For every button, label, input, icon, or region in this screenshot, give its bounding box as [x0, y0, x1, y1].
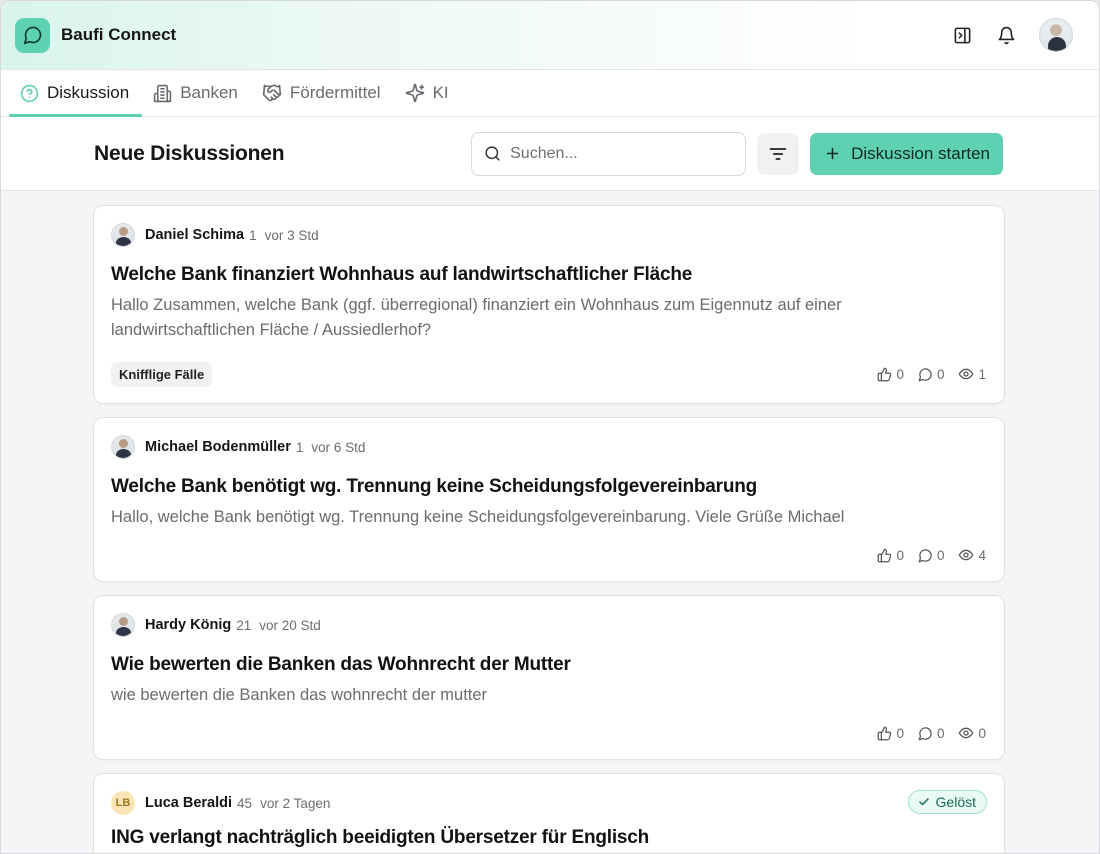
- like-count: 0: [896, 366, 904, 382]
- eye-icon: [959, 727, 974, 739]
- search-icon: [485, 146, 500, 161]
- main-tabs: Diskussion Banken Fördermittel KI: [1, 70, 1099, 117]
- post-body: wie bewerten die Banken das wohnrecht de…: [111, 686, 488, 704]
- author-avatar: LB: [111, 791, 135, 815]
- building-icon: [153, 84, 172, 102]
- view-count: 4: [978, 547, 986, 563]
- discussion-list: Daniel Schima 1 vor 3 Std Welche Bank fi…: [1, 191, 1099, 853]
- comment-icon: [918, 726, 932, 740]
- comment-count: 0: [936, 366, 945, 382]
- discussion-card[interactable]: Michael Bodenmüller 1 vor 6 Std Welche B…: [93, 417, 1005, 582]
- start-discussion-label: Diskussion starten: [851, 143, 990, 163]
- post-title[interactable]: Welche Bank finanziert Wohnhaus auf land…: [111, 264, 986, 286]
- solved-badge: Gelöst: [907, 790, 987, 814]
- comment-count: 0: [936, 725, 945, 741]
- like-stat[interactable]: 0: [877, 726, 904, 741]
- brand[interactable]: Baufi Connect: [15, 17, 177, 53]
- comment-stat[interactable]: 0: [918, 725, 945, 741]
- eye-icon: [959, 368, 974, 380]
- view-count: 1: [978, 366, 986, 382]
- filter-lines-icon: [769, 147, 787, 160]
- post-stats: 0 0 0: [877, 725, 986, 741]
- author-points: 45: [237, 795, 253, 811]
- author-avatar: [111, 223, 135, 247]
- category-tag[interactable]: Knifflige Fälle: [111, 361, 213, 387]
- post-title[interactable]: Welche Bank benötigt wg. Trennung keine …: [111, 476, 986, 498]
- comment-icon: [918, 367, 932, 381]
- post-stats: 0 0 4: [877, 547, 986, 563]
- check-icon: [918, 798, 929, 806]
- author-points: 21: [236, 617, 252, 633]
- thumbs-up-icon: [878, 367, 892, 381]
- post-time: vor 20 Std: [259, 617, 321, 633]
- comment-stat[interactable]: 0: [918, 547, 945, 563]
- author-avatar: [111, 613, 135, 637]
- tab-label: Fördermittel: [289, 83, 381, 102]
- sparkles-icon: [405, 83, 424, 103]
- discussion-card[interactable]: Hardy König 21 vor 20 Std Wie bewerten d…: [93, 595, 1005, 760]
- chat-bubble-icon: [15, 17, 50, 53]
- solved-label: Gelöst: [935, 794, 976, 810]
- view-stat: 0: [958, 725, 986, 741]
- tab-diskussion[interactable]: Diskussion: [9, 70, 143, 117]
- tab-banken[interactable]: Banken: [142, 70, 251, 116]
- discussion-card[interactable]: LB Luca Beraldi 45 vor 2 Tagen Gelöst IN…: [93, 773, 1005, 853]
- view-count: 0: [978, 725, 986, 741]
- app-window: Baufi Connect Diskussion Banken Fördermi…: [0, 0, 1100, 854]
- author-name[interactable]: Michael Bodenmüller: [145, 439, 291, 455]
- author-name[interactable]: Daniel Schima: [145, 227, 244, 243]
- post-body: Hallo, welche Bank benötigt wg. Trennung…: [111, 508, 845, 526]
- post-title[interactable]: ING verlangt nachträglich beeidigten Übe…: [111, 827, 986, 849]
- tab-label: Banken: [180, 83, 238, 102]
- thumbs-up-icon: [878, 548, 892, 562]
- post-body: Hallo Zusammen, welche Bank (ggf. überre…: [111, 296, 842, 339]
- view-stat: 4: [958, 547, 986, 563]
- thumbs-up-icon: [878, 726, 892, 740]
- tab-ki[interactable]: KI: [394, 70, 462, 116]
- page-title: Neue Diskussionen: [94, 141, 285, 165]
- app-header: Baufi Connect: [1, 1, 1099, 70]
- author-avatar: [111, 435, 135, 459]
- tab-label: KI: [432, 83, 449, 102]
- eye-icon: [959, 549, 974, 561]
- like-stat[interactable]: 0: [877, 548, 904, 563]
- post-time: vor 6 Std: [311, 439, 366, 455]
- app-name: Baufi Connect: [61, 25, 177, 44]
- comment-stat[interactable]: 0: [918, 366, 945, 382]
- author-points: 1: [295, 439, 304, 455]
- like-stat[interactable]: 0: [877, 367, 904, 382]
- help-circle-icon: [20, 84, 39, 102]
- comment-count: 0: [936, 547, 945, 563]
- bell-icon[interactable]: [995, 24, 1017, 46]
- view-stat: 1: [958, 366, 986, 382]
- page-toolbar: Neue Diskussionen Diskussion starten: [1, 117, 1099, 191]
- user-avatar[interactable]: [1039, 18, 1073, 52]
- author-points: 1: [249, 227, 257, 243]
- comment-icon: [918, 548, 932, 562]
- like-count: 0: [896, 547, 904, 563]
- handshake-icon: [262, 84, 282, 102]
- post-time: vor 2 Tagen: [260, 795, 331, 811]
- like-count: 0: [896, 725, 904, 741]
- post-title[interactable]: Wie bewerten die Banken das Wohnrecht de…: [111, 654, 986, 676]
- discussion-card[interactable]: Daniel Schima 1 vor 3 Std Welche Bank fi…: [93, 205, 1005, 404]
- tab-label: Diskussion: [47, 83, 130, 102]
- author-name[interactable]: Luca Beraldi: [145, 795, 232, 811]
- filter-button[interactable]: [757, 132, 800, 175]
- author-name[interactable]: Hardy König: [145, 617, 231, 633]
- tab-foerdermittel[interactable]: Fördermittel: [251, 70, 394, 116]
- search-box[interactable]: [471, 131, 747, 176]
- post-time: vor 3 Std: [264, 227, 319, 243]
- post-stats: 0 0 1: [877, 366, 986, 382]
- search-input[interactable]: [510, 144, 734, 163]
- plus-icon: [826, 147, 839, 160]
- toggle-panel-icon[interactable]: [951, 24, 973, 46]
- start-discussion-button[interactable]: Diskussion starten: [810, 132, 1003, 175]
